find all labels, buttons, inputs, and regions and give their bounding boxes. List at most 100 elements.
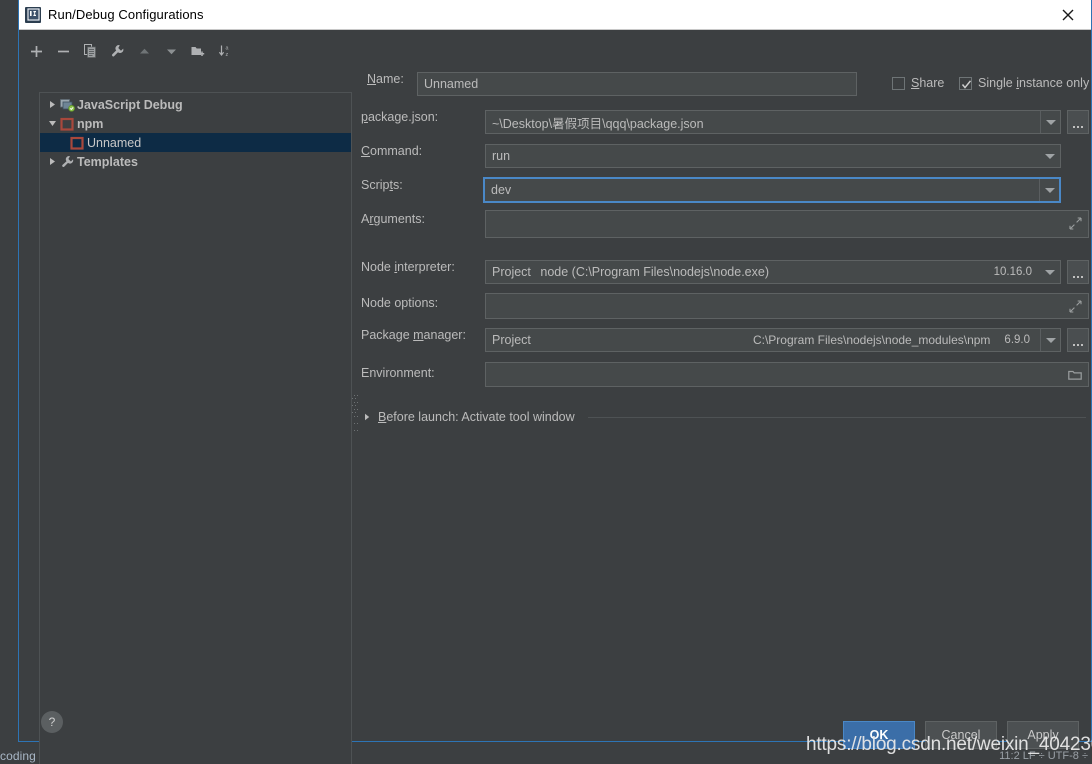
- remove-configuration-button[interactable]: [50, 39, 76, 63]
- single-instance-only-checkbox[interactable]: Single instance only: [959, 76, 1089, 90]
- add-configuration-button[interactable]: [23, 39, 49, 63]
- before-launch-splitter-handle[interactable]: [352, 398, 357, 414]
- before-launch-label: Before launch: Activate tool window: [378, 410, 575, 424]
- dialog-titlebar: Run/Debug Configurations: [19, 0, 1091, 30]
- package-json-dropdown-arrow[interactable]: [1040, 111, 1060, 133]
- npm-icon: [70, 135, 87, 151]
- single-instance-checkbox-box[interactable]: [959, 76, 972, 90]
- arguments-input[interactable]: [485, 210, 1089, 238]
- command-value: run: [492, 149, 511, 163]
- run-debug-configurations-dialog: Run/Debug Configurations a z JavaScript …: [18, 0, 1092, 764]
- package-manager-primary: Project: [492, 333, 531, 347]
- ellipsis-icon: [1073, 344, 1083, 346]
- svg-text:a: a: [225, 46, 228, 52]
- name-value: Unnamed: [424, 77, 479, 91]
- package-json-combo[interactable]: ~\Desktop\暑假项目\qqq\package.json: [485, 110, 1061, 134]
- move-up-button[interactable]: [131, 39, 157, 63]
- move-down-button[interactable]: [158, 39, 184, 63]
- chevron-down-icon: [1045, 337, 1056, 343]
- single-instance-label: Single instance only: [978, 76, 1090, 90]
- tree-item-npm[interactable]: npm: [40, 114, 351, 133]
- name-input[interactable]: Unnamed: [417, 72, 857, 96]
- name-row: Name:: [367, 72, 423, 86]
- wrench-icon[interactable]: [104, 39, 130, 63]
- folder-icon[interactable]: [1068, 368, 1083, 385]
- checkmark-icon: [961, 79, 972, 89]
- tree-item-label: Unnamed: [87, 135, 142, 150]
- share-label: Share: [911, 76, 945, 90]
- node-options-row: Node options:: [361, 296, 438, 310]
- node-interpreter-version: 10.16.0: [993, 266, 1032, 278]
- scripts-row: Scripts:: [361, 178, 403, 192]
- environment-input[interactable]: [485, 362, 1089, 387]
- javascript-debug-icon: [60, 97, 77, 113]
- chevron-down-icon: [1044, 187, 1055, 193]
- close-icon[interactable]: [1045, 0, 1091, 29]
- package-json-row: package.json:: [361, 110, 438, 124]
- scripts-value: dev: [491, 183, 512, 197]
- chevron-down-icon: [1045, 153, 1055, 159]
- chevron-down-icon: [1045, 119, 1056, 125]
- command-label: Command:: [361, 144, 423, 158]
- configurations-tree[interactable]: JavaScript Debug npm Unnamed Templates: [39, 92, 352, 764]
- scripts-label: Scripts:: [361, 178, 403, 192]
- chevron-down-icon[interactable]: [44, 116, 60, 132]
- node-options-label: Node options:: [361, 296, 439, 310]
- chevron-right-icon[interactable]: [361, 411, 373, 423]
- copy-configuration-button[interactable]: [77, 39, 103, 63]
- configuration-form: Name: Unnamed Share Single instance only…: [361, 30, 1092, 741]
- screen: coding assistance (a minute ago) 11:2 LF…: [0, 0, 1092, 764]
- chevron-right-icon[interactable]: [44, 97, 60, 113]
- panel-splitter[interactable]: [352, 92, 361, 764]
- package-json-value: ~\Desktop\暑假项目\qqq\package.json: [492, 116, 704, 131]
- command-combo[interactable]: run: [485, 144, 1061, 168]
- help-button[interactable]: ?: [41, 711, 63, 733]
- package-manager-version: 6.9.0: [1004, 334, 1030, 346]
- command-row: Command:: [361, 144, 422, 158]
- node-interpreter-primary: Project: [492, 265, 531, 279]
- sort-alphabetically-icon[interactable]: a z: [212, 39, 238, 63]
- new-folder-icon[interactable]: [185, 39, 211, 63]
- command-dropdown-arrow[interactable]: [1040, 145, 1060, 167]
- package-manager-secondary: C:\Program Files\nodejs\node_modules\npm: [752, 333, 991, 347]
- scripts-combo[interactable]: dev: [483, 177, 1061, 203]
- before-launch-section[interactable]: Before launch: Activate tool window: [361, 410, 1086, 424]
- tree-item-label: npm: [77, 116, 104, 131]
- chevron-down-icon: [1045, 269, 1055, 275]
- expand-arrows-icon[interactable]: [1069, 300, 1082, 316]
- before-launch-separator: [587, 416, 1086, 418]
- environment-label: Environment:: [361, 366, 435, 380]
- share-checkbox[interactable]: Share: [892, 76, 944, 90]
- tree-item-javascript-debug[interactable]: JavaScript Debug: [40, 95, 351, 114]
- tree-item-label: Templates: [77, 154, 138, 169]
- package-manager-label: Package manager:: [361, 328, 466, 342]
- name-label: Name:: [367, 72, 404, 86]
- package-manager-dropdown-arrow[interactable]: [1040, 329, 1060, 351]
- package-json-browse-button[interactable]: [1067, 110, 1089, 134]
- package-manager-row: Package manager:: [361, 328, 466, 342]
- share-checkbox-box[interactable]: [892, 76, 905, 90]
- scripts-dropdown-arrow[interactable]: [1039, 179, 1059, 201]
- tree-item-templates[interactable]: Templates: [40, 152, 351, 171]
- chevron-right-icon[interactable]: [44, 154, 60, 170]
- expand-arrows-icon[interactable]: [1069, 217, 1082, 233]
- package-json-label: package.json:: [361, 110, 439, 124]
- node-interpreter-browse-button[interactable]: [1067, 260, 1089, 284]
- ellipsis-icon: [1073, 276, 1083, 278]
- arguments-row: Arguments:: [361, 212, 425, 226]
- node-options-input[interactable]: [485, 293, 1089, 319]
- dialog-title: Run/Debug Configurations: [48, 7, 204, 22]
- package-manager-combo[interactable]: Project C:\Program Files\nodejs\node_mod…: [485, 328, 1061, 352]
- tree-item-label: JavaScript Debug: [77, 97, 183, 112]
- tree-item-unnamed[interactable]: Unnamed: [40, 133, 351, 152]
- dialog-body: a z JavaScript Debug npm Unnamed Templat…: [19, 30, 1092, 764]
- node-interpreter-secondary: node (C:\Program Files\nodejs\node.exe): [540, 265, 769, 279]
- svg-text:z: z: [225, 52, 228, 58]
- package-manager-browse-button[interactable]: [1067, 328, 1089, 352]
- environment-row: Environment:: [361, 366, 435, 380]
- node-interpreter-dropdown-arrow[interactable]: [1040, 261, 1060, 283]
- intellij-idea-icon: [25, 6, 41, 23]
- node-interpreter-row: Node interpreter:: [361, 260, 455, 274]
- node-interpreter-combo[interactable]: Project node (C:\Program Files\nodejs\no…: [485, 260, 1061, 284]
- node-interpreter-label: Node interpreter:: [361, 260, 455, 274]
